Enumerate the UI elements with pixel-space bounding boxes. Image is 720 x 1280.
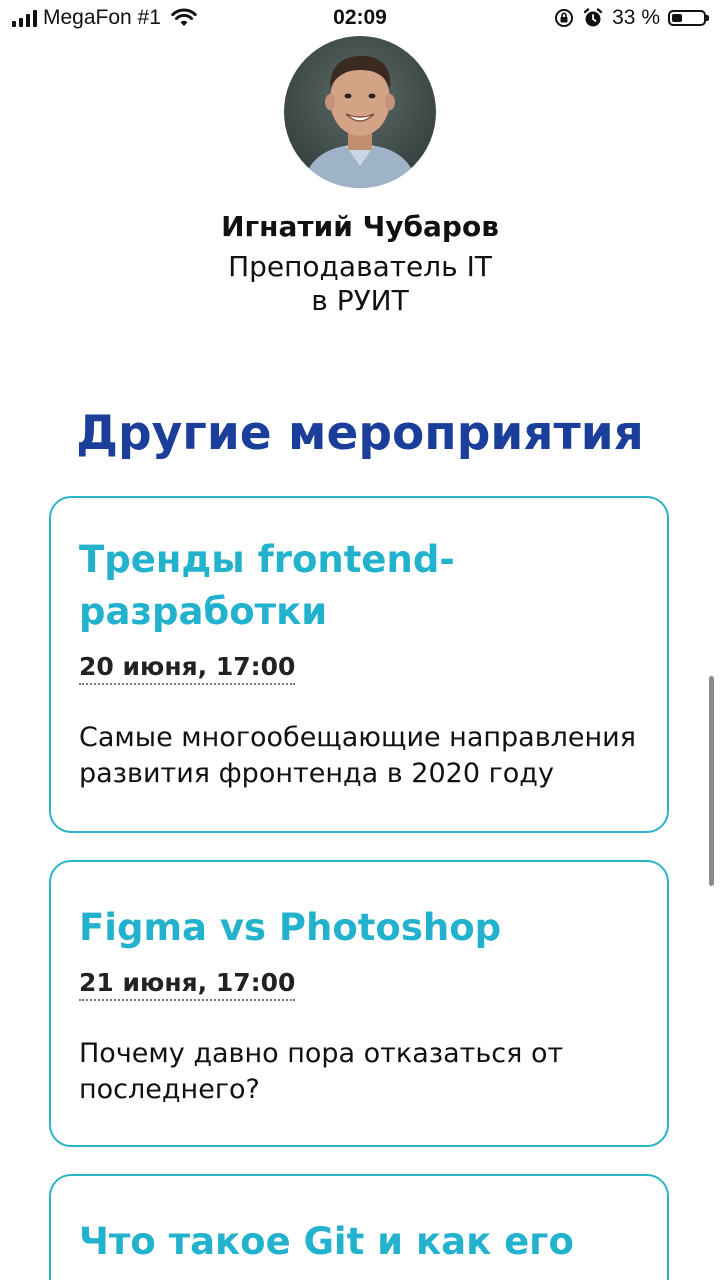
battery-icon xyxy=(668,10,709,26)
event-description-line: Почему давно пора отказаться от xyxy=(79,1038,564,1069)
event-title-line: Что такое Git и как его xyxy=(79,1220,574,1263)
speaker-avatar xyxy=(284,36,436,188)
event-date: 20 июня, 17:00 xyxy=(79,652,296,685)
speaker-name: Игнатий Чубаров xyxy=(221,210,499,243)
event-description-line: Самые многообещающие направления xyxy=(79,722,636,753)
scrollbar[interactable] xyxy=(709,676,714,886)
section-title: Другие мероприятия xyxy=(76,406,644,461)
event-title-line: разработки xyxy=(79,590,328,633)
orientation-lock-icon xyxy=(555,9,574,27)
battery-percent: 33 % xyxy=(612,6,660,29)
event-description-line: развития фронтенда в 2020 году xyxy=(79,758,554,789)
battery-fill xyxy=(672,14,682,22)
event-card[interactable]: Тренды frontend- разработки 20 июня, 17:… xyxy=(49,496,669,833)
event-title-line: Figma vs Photoshop xyxy=(79,906,502,949)
event-description-line: последнего? xyxy=(79,1074,260,1105)
status-right: 33 % xyxy=(554,6,709,30)
event-title[interactable]: Что такое Git и как его xyxy=(79,1216,639,1268)
page: MegaFon #1 02:09 33 % Игнатий Чубаров Пр… xyxy=(0,0,720,1280)
alarm-icon xyxy=(583,8,603,27)
status-bar: MegaFon #1 02:09 33 % xyxy=(0,0,720,36)
event-description: Почему давно пора отказаться от последне… xyxy=(79,1036,639,1108)
speaker-role-line: Преподаватель IT xyxy=(228,250,492,283)
event-description: Самые многообещающие направления развити… xyxy=(79,720,639,792)
event-title-line: Тренды frontend- xyxy=(79,538,455,581)
event-date: 21 июня, 17:00 xyxy=(79,968,296,1001)
speaker-role-line: в РУИТ xyxy=(311,284,409,317)
speaker-role: Преподаватель IT в РУИТ xyxy=(0,250,720,318)
event-card[interactable]: Что такое Git и как его xyxy=(49,1174,669,1280)
event-title[interactable]: Figma vs Photoshop xyxy=(79,902,639,954)
event-card[interactable]: Figma vs Photoshop 21 июня, 17:00 Почему… xyxy=(49,860,669,1147)
event-title[interactable]: Тренды frontend- разработки xyxy=(79,534,639,638)
